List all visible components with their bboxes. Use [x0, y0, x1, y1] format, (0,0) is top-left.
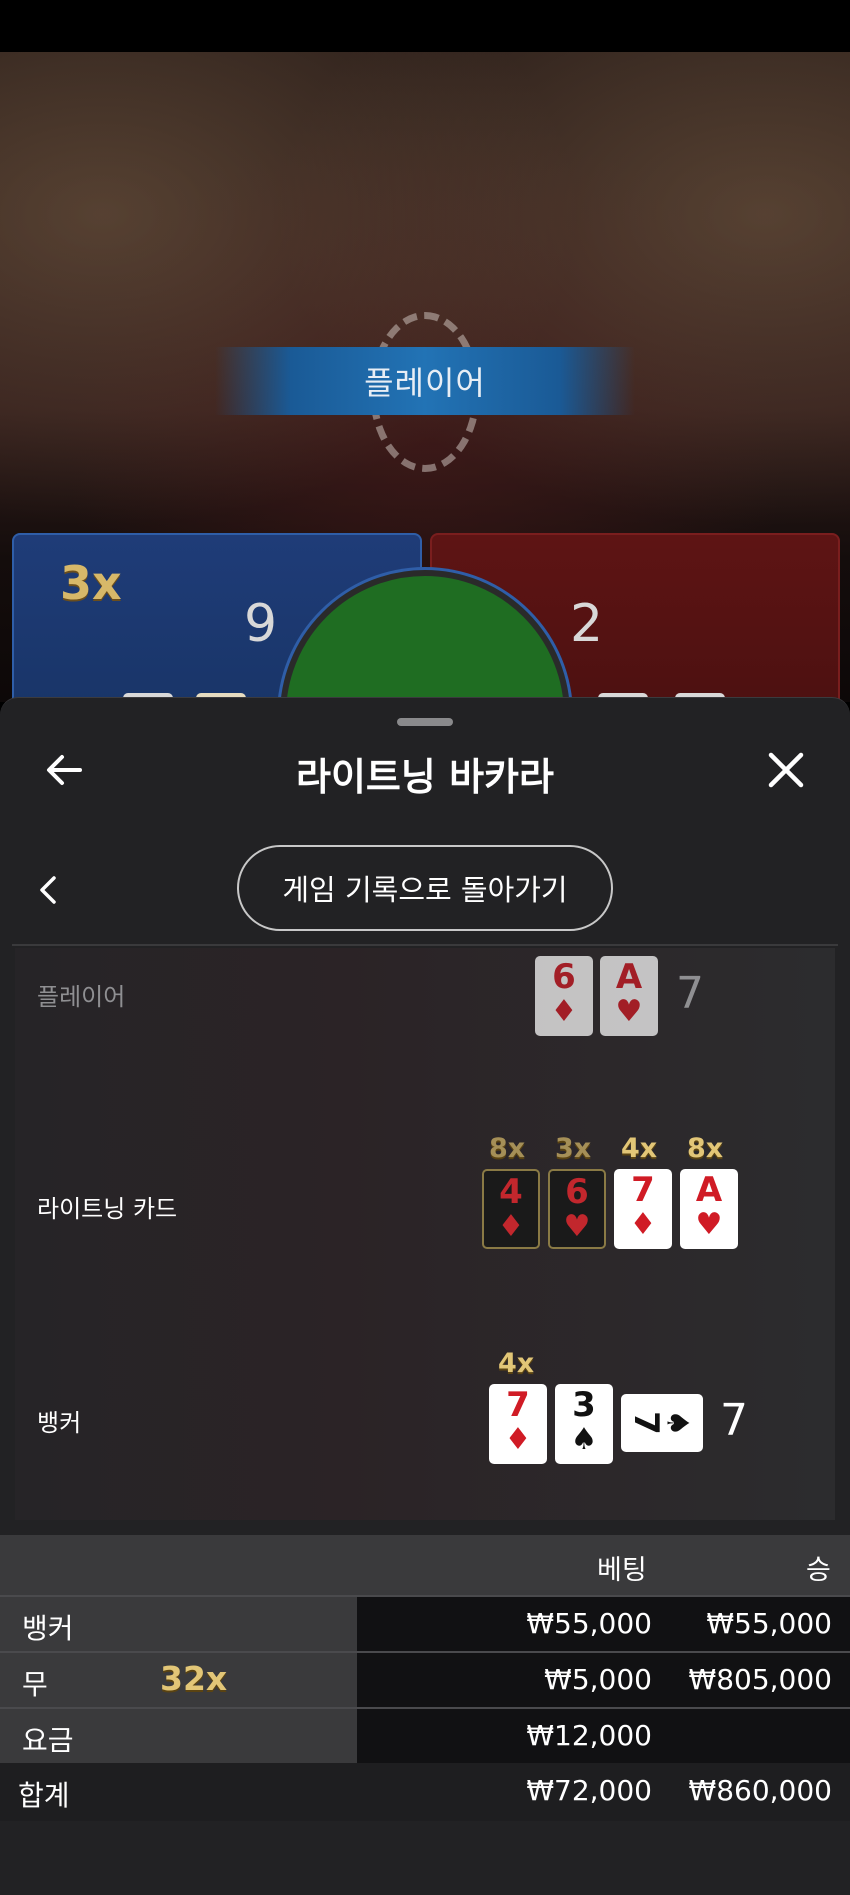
lightning-multiplier: 4x — [621, 1133, 658, 1164]
back-to-history-button[interactable]: 게임 기록으로 돌아가기 — [237, 845, 613, 931]
banker-row-label: 뱅커 — [37, 1409, 82, 1437]
diamond-suit-icon: ♦ — [550, 994, 578, 1029]
table-row: 뱅커 ₩55,000 ₩55,000 — [0, 1597, 850, 1651]
table-row: 요금 ₩12,000 — [0, 1709, 850, 1763]
round-result-panel: 플레이어 6 ♦ A ♥ 7 라이트닝 카드 8x 3x 4x 8x 4 ♦ 6… — [15, 948, 835, 1520]
bet-type-label: 뱅커 — [22, 1612, 74, 1645]
status-bar — [0, 0, 850, 52]
heart-suit-icon: ♥ — [563, 1209, 591, 1244]
player-score: 9 — [244, 594, 278, 654]
lightning-card: 7 ♦ — [614, 1169, 672, 1249]
diamond-suit-icon: ♦ — [504, 1422, 532, 1457]
lightning-row-label: 라이트닝 카드 — [37, 1195, 178, 1223]
game-history-sheet: 라이트닝 바카라 게임 기록으로 돌아가기 플레이어 6 ♦ A ♥ 7 라이트… — [0, 697, 850, 1895]
bet-type-label: 요금 — [22, 1724, 74, 1757]
player-hand-total: 7 — [676, 968, 704, 1019]
lightning-multiplier: 3x — [555, 1133, 592, 1164]
player-multiplier-badge: 3x — [60, 556, 122, 610]
bet-amount: ₩5,000 — [544, 1663, 652, 1696]
spade-suit-icon: ♠ — [570, 1422, 598, 1457]
card-rank: A — [615, 957, 643, 997]
sheet-title: 라이트닝 바카라 — [296, 755, 554, 799]
banker-card: 3 ♠ — [555, 1384, 613, 1464]
lightning-card: 6 ♥ — [548, 1169, 606, 1249]
total-bet-amount: ₩72,000 — [526, 1774, 652, 1807]
spade-suit-icon: ♠ — [659, 1409, 695, 1437]
card-rank: 7 — [506, 1385, 530, 1425]
card-rank: 3 — [572, 1385, 596, 1425]
bet-type-label: 무 — [22, 1668, 48, 1701]
win-amount: ₩805,000 — [688, 1663, 832, 1696]
banker-card: 7 ♦ — [489, 1384, 547, 1464]
table-header: 베팅 승 — [0, 1535, 850, 1595]
heart-suit-icon: ♥ — [695, 1207, 723, 1242]
heart-suit-icon: ♥ — [615, 994, 643, 1029]
player-row-label: 플레이어 — [37, 983, 126, 1011]
banker-card-multiplier: 4x — [498, 1348, 535, 1379]
banker-score: 2 — [570, 594, 604, 654]
lightning-card: A ♥ — [680, 1169, 738, 1249]
bet-amount: ₩12,000 — [526, 1719, 652, 1752]
sheet-grabber[interactable] — [397, 718, 453, 726]
chevron-left-icon[interactable] — [36, 873, 60, 907]
player-card: A ♥ — [600, 956, 658, 1036]
card-rank: 7 — [631, 1170, 655, 1210]
table-total-row: 합계 ₩72,000 ₩860,000 — [0, 1763, 850, 1821]
close-icon[interactable] — [766, 750, 806, 790]
banker-hand-total: 7 — [720, 1395, 748, 1446]
bet-column-header: 베팅 — [597, 1555, 647, 1586]
player-banner: 플레이어 — [215, 347, 635, 415]
card-rank: 4 — [499, 1172, 523, 1212]
lightning-multiplier: 8x — [489, 1133, 526, 1164]
win-column-header: 승 — [806, 1555, 831, 1586]
card-rank: 6 — [552, 957, 576, 997]
player-card: 6 ♦ — [535, 956, 593, 1036]
lightning-multiplier: 8x — [687, 1133, 724, 1164]
card-rank: A — [695, 1170, 723, 1210]
total-win-amount: ₩860,000 — [688, 1774, 832, 1807]
bet-amount: ₩55,000 — [526, 1607, 652, 1640]
diamond-suit-icon: ♦ — [497, 1209, 525, 1244]
divider — [12, 944, 838, 946]
lightning-card: 4 ♦ — [482, 1169, 540, 1249]
table-row: 무 32x ₩5,000 ₩805,000 — [0, 1653, 850, 1707]
total-label: 합계 — [18, 1779, 70, 1812]
tie-multiplier-badge: 32x — [160, 1659, 228, 1698]
win-amount: ₩55,000 — [706, 1607, 832, 1640]
banker-third-card: 7 ♠ — [621, 1394, 703, 1452]
diamond-suit-icon: ♦ — [629, 1207, 657, 1242]
card-rank: 6 — [565, 1172, 589, 1212]
